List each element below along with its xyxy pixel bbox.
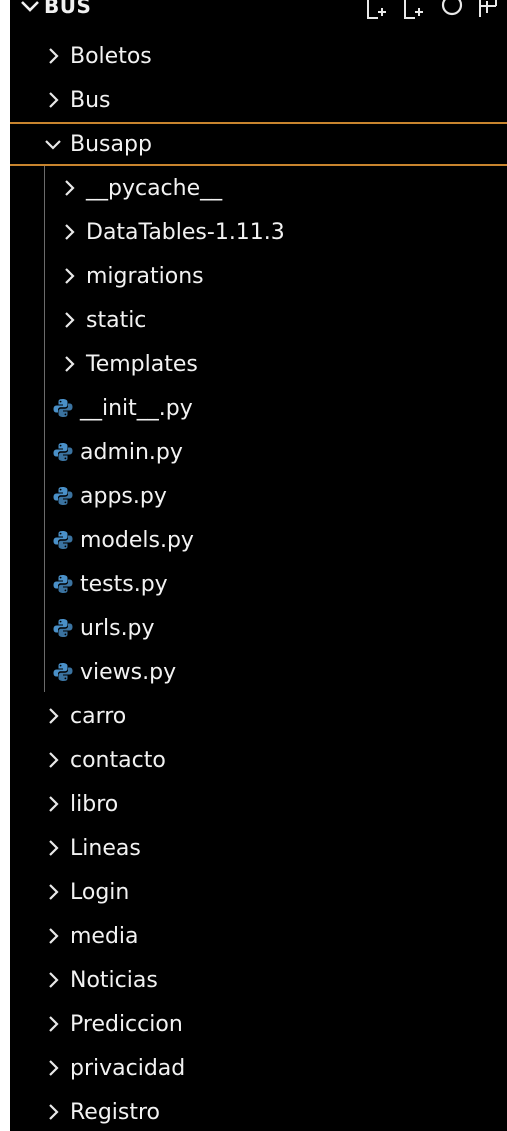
tree-item-label: Noticias (70, 967, 158, 993)
tree-item-label: Bus (70, 87, 111, 113)
tree-folder-privacidad[interactable]: privacidad (10, 1046, 507, 1090)
explorer-header[interactable]: BUS (10, 0, 507, 34)
refresh-icon[interactable] (439, 0, 465, 22)
tree-item-label: __init__.py (80, 395, 193, 421)
tree-folder-busapp[interactable]: Busapp (10, 122, 507, 166)
chevron-right-icon (49, 928, 59, 944)
chevron-right-icon (65, 312, 75, 328)
tree-folder-boletos[interactable]: Boletos (10, 34, 507, 78)
tree-item-label: media (70, 923, 139, 949)
tree-folder-login[interactable]: Login (10, 870, 507, 914)
tree-item-label: admin.py (80, 439, 183, 465)
tree-file-init-py[interactable]: __init__.py (10, 386, 507, 430)
tree-file-views-py[interactable]: views.py (10, 650, 507, 694)
tree-folder-libro[interactable]: libro (10, 782, 507, 826)
tree-folder-noticias[interactable]: Noticias (10, 958, 507, 1002)
chevron-right-icon (49, 840, 59, 856)
chevron-right-icon (49, 1060, 59, 1076)
tree-file-models-py[interactable]: models.py (10, 518, 507, 562)
chevron-right-icon (65, 268, 75, 284)
explorer-actions (363, 0, 503, 22)
tree-item-label: Boletos (70, 43, 152, 69)
tree-item-label: __pycache__ (86, 175, 223, 201)
chevron-right-icon (49, 1104, 59, 1120)
python-file-icon (53, 531, 73, 549)
chevron-right-icon (49, 1016, 59, 1032)
collapse-all-icon[interactable] (477, 0, 503, 22)
tree-item-label: privacidad (70, 1055, 186, 1081)
tree-folder-static[interactable]: static (10, 298, 507, 342)
tree-item-label: tests.py (80, 571, 168, 597)
tree-folder-media[interactable]: media (10, 914, 507, 958)
tree-item-label: Registro (70, 1099, 161, 1125)
tree-file-urls-py[interactable]: urls.py (10, 606, 507, 650)
tree-folder-templates[interactable]: Templates (10, 342, 507, 386)
tree-item-label: libro (70, 791, 119, 817)
tree-item-label: Lineas (70, 835, 141, 861)
tree-item-label: contacto (70, 747, 166, 773)
chevron-right-icon (49, 884, 59, 900)
chevron-right-icon (49, 92, 59, 108)
tree-folder-datatables-1-11-3[interactable]: DataTables-1.11.3 (10, 210, 507, 254)
chevron-right-icon (49, 708, 59, 724)
tree-item-label: views.py (80, 659, 177, 685)
chevron-right-icon (49, 48, 59, 64)
tree-item-label: apps.py (80, 483, 167, 509)
chevron-down-icon[interactable] (16, 0, 44, 20)
python-file-icon (53, 487, 73, 505)
tree-folder-contacto[interactable]: contacto (10, 738, 507, 782)
chevron-right-icon (65, 180, 75, 196)
tree-file-tests-py[interactable]: tests.py (10, 562, 507, 606)
python-file-icon (53, 399, 73, 417)
chevron-right-icon (49, 796, 59, 812)
tree-item-label: Templates (86, 351, 198, 377)
explorer-panel: BUS Boletos Bus Busapp __pycache__ DataTable… (10, 0, 507, 1131)
tree-item-label: Prediccion (70, 1011, 183, 1037)
new-file-icon[interactable] (363, 0, 389, 22)
explorer-root-title: BUS (44, 0, 92, 18)
tree-file-apps-py[interactable]: apps.py (10, 474, 507, 518)
tree-item-label: urls.py (80, 615, 155, 641)
tree-item-label: static (86, 307, 147, 333)
tree-folder-pycache[interactable]: __pycache__ (10, 166, 507, 210)
tree-item-label: models.py (80, 527, 194, 553)
chevron-right-icon (65, 356, 75, 372)
python-file-icon (53, 663, 73, 681)
tree-folder-lineas[interactable]: Lineas (10, 826, 507, 870)
tree-folder-carro[interactable]: carro (10, 694, 507, 738)
tree-item-label: Busapp (70, 131, 152, 157)
chevron-down-icon (45, 140, 61, 150)
tree-folder-migrations[interactable]: migrations (10, 254, 507, 298)
python-file-icon (53, 575, 73, 593)
tree-folder-prediccion[interactable]: Prediccion (10, 1002, 507, 1046)
tree-folder-registro[interactable]: Registro (10, 1090, 507, 1131)
tree-item-label: migrations (86, 263, 204, 289)
tree-item-label: DataTables-1.11.3 (86, 219, 285, 245)
tree-folder-bus[interactable]: Bus (10, 78, 507, 122)
chevron-right-icon (65, 224, 75, 240)
tree-file-admin-py[interactable]: admin.py (10, 430, 507, 474)
python-file-icon (53, 619, 73, 637)
chevron-right-icon (49, 972, 59, 988)
tree-item-label: Login (70, 879, 130, 905)
python-file-icon (53, 443, 73, 461)
tree-item-label: carro (70, 703, 127, 729)
chevron-right-icon (49, 752, 59, 768)
new-folder-icon[interactable] (401, 0, 427, 22)
